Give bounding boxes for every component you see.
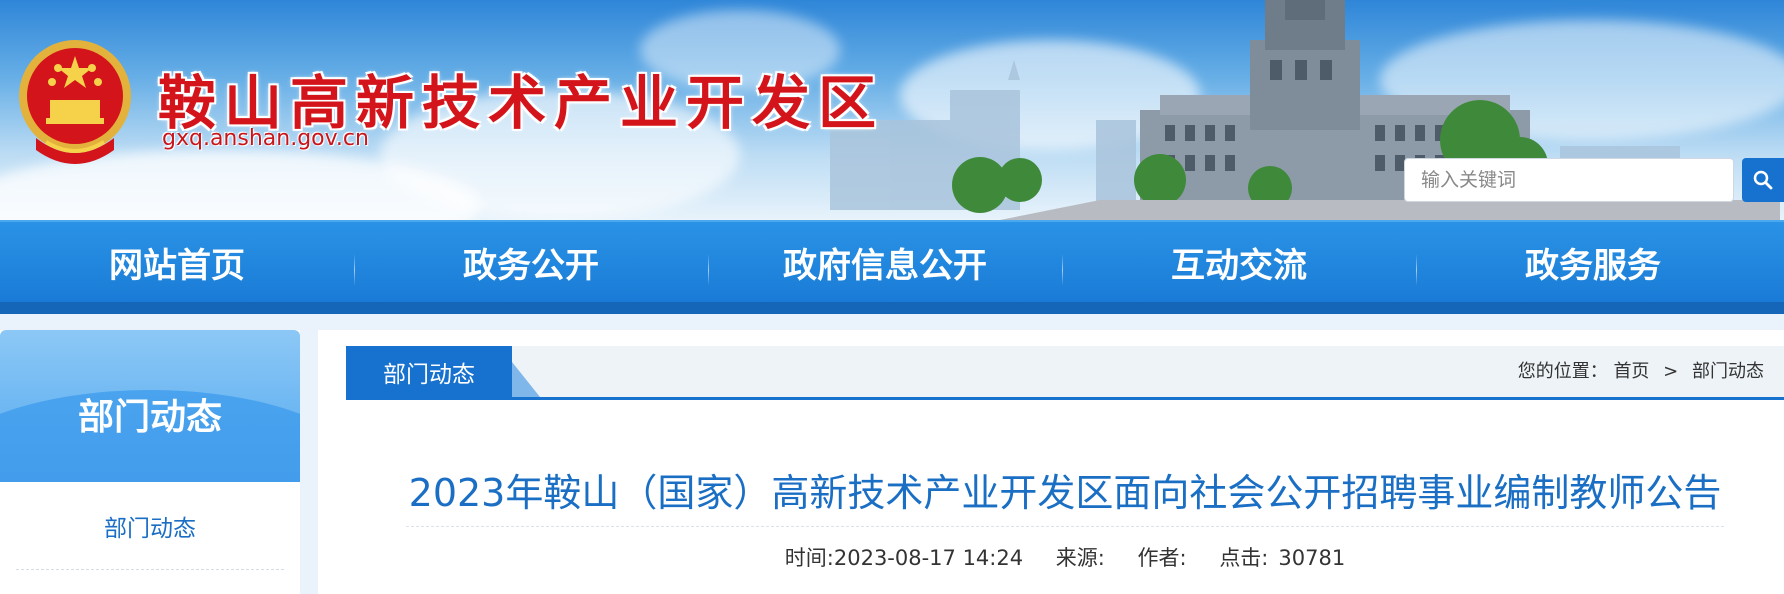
article-clicks: 点击: 30781 xyxy=(1219,546,1345,570)
sidebar: 部门动态 部门动态 xyxy=(0,330,300,594)
header-banner: 鞍山高新技术产业开发区 gxq.anshan.gov.cn xyxy=(0,0,1784,220)
article-clicks-value: 30781 xyxy=(1278,546,1346,570)
national-emblem-icon xyxy=(19,40,131,164)
breadcrumb-prefix: 您的位置： xyxy=(1517,361,1608,382)
nav-bottom-border xyxy=(0,302,1784,314)
breadcrumb-current-link[interactable]: 部门动态 xyxy=(1692,361,1764,382)
sidebar-item-dept-news[interactable]: 部门动态 xyxy=(16,482,284,570)
site-domain: gxq.anshan.gov.cn xyxy=(162,126,369,151)
article-title: 2023年鞍山（国家）高新技术产业开发区面向社会公开招聘事业编制教师公告 xyxy=(408,471,1722,515)
breadcrumb: 您的位置： 首页 > 部门动态 xyxy=(1518,346,1764,397)
nav-item-gov-info[interactable]: 政府信息公开 xyxy=(708,222,1062,302)
article-source: 来源: xyxy=(1055,546,1105,570)
search-input[interactable] xyxy=(1404,158,1734,202)
main-nav: 网站首页 政务公开 政府信息公开 互动交流 政务服务 xyxy=(0,220,1784,302)
sidebar-header: 部门动态 xyxy=(0,330,300,482)
tab-dept-news[interactable]: 部门动态 xyxy=(346,346,512,397)
nav-item-gov-affairs[interactable]: 政务公开 xyxy=(354,222,708,302)
article-meta: 时间:2023-08-17 14:24 来源: 作者: 点击: 30781 xyxy=(346,542,1784,572)
search-icon xyxy=(1753,170,1773,190)
nav-item-home[interactable]: 网站首页 xyxy=(0,222,354,302)
search-button[interactable] xyxy=(1742,158,1784,202)
article-author: 作者: xyxy=(1137,546,1187,570)
nav-item-interaction[interactable]: 互动交流 xyxy=(1062,222,1416,302)
breadcrumb-separator: > xyxy=(1663,361,1679,382)
nav-item-services[interactable]: 政务服务 xyxy=(1416,222,1770,302)
article-time: 时间:2023-08-17 14:24 xyxy=(784,546,1024,570)
tab-decoration xyxy=(512,362,540,397)
article-clicks-label: 点击: xyxy=(1219,546,1269,570)
title-divider xyxy=(406,526,1724,527)
sidebar-title: 部门动态 xyxy=(77,397,222,438)
breadcrumb-home-link[interactable]: 首页 xyxy=(1613,361,1649,382)
